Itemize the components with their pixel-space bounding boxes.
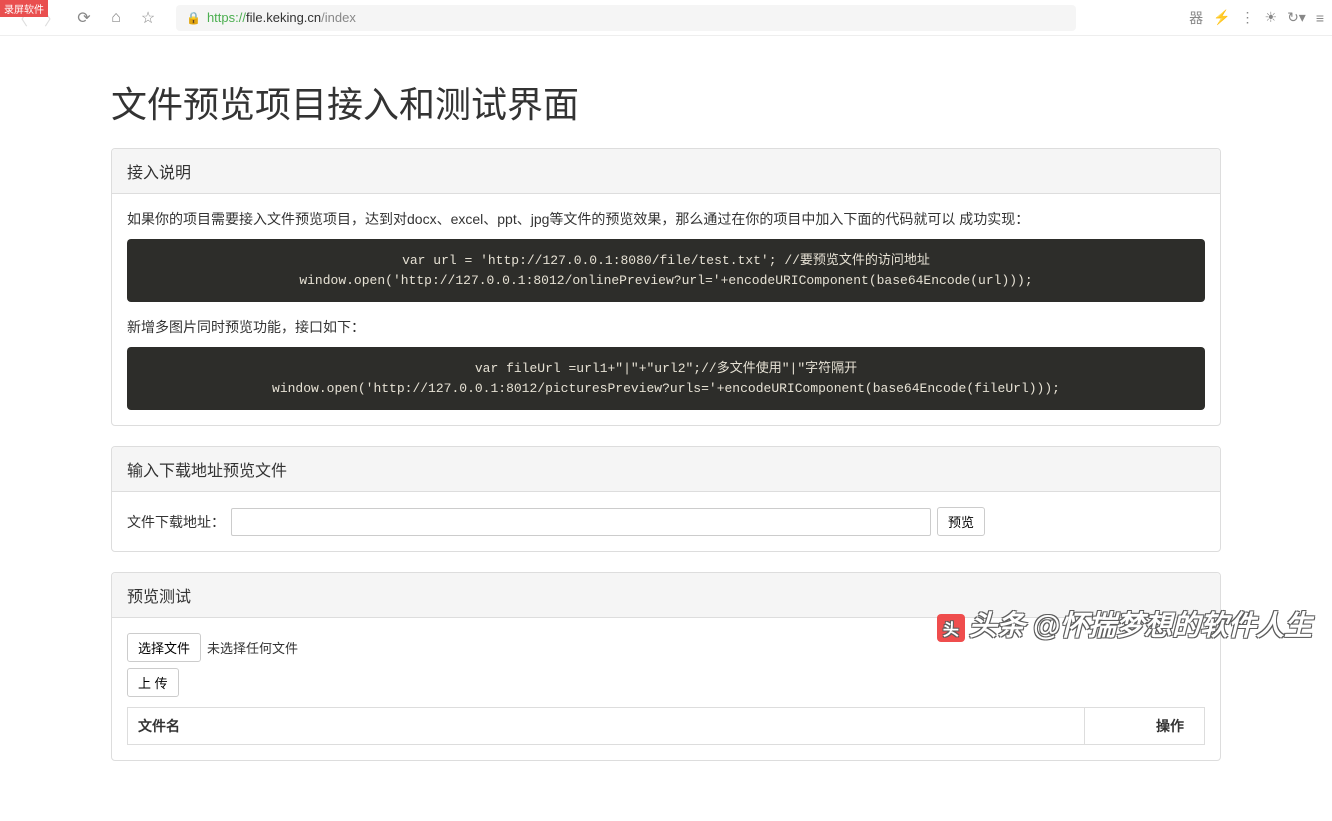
panel-integration-heading: 接入说明 (112, 149, 1220, 194)
code-block-1: var url = 'http://127.0.0.1:8080/file/te… (127, 239, 1205, 302)
url-input[interactable] (231, 508, 931, 536)
file-chooser-row: 选择文件 未选择任何文件 (127, 633, 1205, 662)
panel-preview-test-heading: 预览测试 (112, 573, 1220, 618)
qr-icon[interactable]: 器 (1189, 8, 1203, 28)
panel-url-preview-body: 文件下载地址： 预览 (112, 492, 1220, 551)
choose-file-button[interactable]: 选择文件 (127, 633, 201, 662)
table-header-row: 文件名 操作 (128, 708, 1205, 745)
divider: ⋮ (1241, 9, 1255, 26)
panel-url-preview: 输入下载地址预览文件 文件下载地址： 预览 (111, 446, 1221, 552)
url-form-row: 文件下载地址： 预览 (127, 507, 1205, 536)
main-container: 文件预览项目接入和测试界面 接入说明 如果你的项目需要接入文件预览项目，达到对d… (96, 36, 1236, 821)
preview-button[interactable]: 预览 (937, 507, 985, 536)
file-table: 文件名 操作 (127, 707, 1205, 745)
star-icon[interactable]: ☆ (136, 6, 160, 30)
browser-toolbar: 〈 〉 ⟳ ⌂ ☆ 🔒 https://file.keking.cn/index… (0, 0, 1332, 36)
home-icon[interactable]: ⌂ (104, 6, 128, 30)
panel-integration-body: 如果你的项目需要接入文件预览项目，达到对docx、excel、ppt、jpg等文… (112, 194, 1220, 425)
panel-url-preview-heading: 输入下载地址预览文件 (112, 447, 1220, 492)
code-block-2: var fileUrl =url1+"|"+"url2";//多文件使用"|"字… (127, 347, 1205, 410)
corner-badge: 录屏软件 (0, 0, 48, 17)
url-host: file.keking.cn (246, 10, 321, 25)
page-title: 文件预览项目接入和测试界面 (111, 76, 1221, 128)
panel-integration: 接入说明 如果你的项目需要接入文件预览项目，达到对docx、excel、ppt、… (111, 148, 1221, 426)
intro-text-2: 新增多图片同时预览功能，接口如下： (127, 317, 1205, 337)
theme-icon[interactable]: ☀ (1265, 9, 1278, 26)
download-icon[interactable]: ↻▾ (1287, 9, 1306, 26)
col-action: 操作 (1085, 708, 1205, 745)
intro-text-1: 如果你的项目需要接入文件预览项目，达到对docx、excel、ppt、jpg等文… (127, 209, 1205, 229)
toolbar-right: 器 ⚡ ⋮ ☀ ↻▾ ≡ (1189, 8, 1324, 28)
url-protocol: https:// (207, 10, 246, 25)
lock-icon: 🔒 (186, 11, 201, 25)
no-file-label: 未选择任何文件 (207, 638, 298, 657)
url-path: /index (321, 10, 356, 25)
url-label: 文件下载地址： (127, 512, 225, 532)
menu-icon[interactable]: ≡ (1316, 10, 1324, 26)
panel-preview-test-body: 选择文件 未选择任何文件 上 传 文件名 操作 (112, 618, 1220, 760)
col-filename: 文件名 (128, 708, 1085, 745)
upload-row: 上 传 (127, 668, 1205, 697)
panel-preview-test: 预览测试 选择文件 未选择任何文件 上 传 文件名 操作 (111, 572, 1221, 761)
refresh-icon[interactable]: ⟳ (72, 6, 96, 30)
url-text: https://file.keking.cn/index (207, 10, 356, 25)
upload-button[interactable]: 上 传 (127, 668, 179, 697)
address-bar[interactable]: 🔒 https://file.keking.cn/index (176, 5, 1076, 31)
bolt-icon[interactable]: ⚡ (1213, 9, 1230, 26)
